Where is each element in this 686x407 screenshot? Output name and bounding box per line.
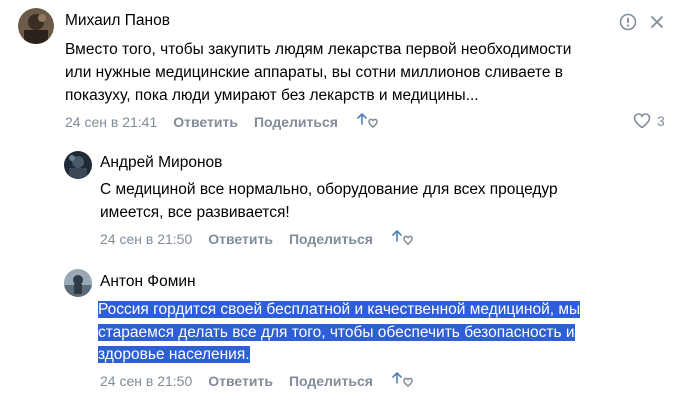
heart-icon: [633, 113, 651, 129]
selected-text-line: Россия гордится своей бесплатной и качес…: [98, 301, 581, 318]
comment-actions: [619, 13, 665, 31]
reaction-icon[interactable]: [391, 230, 415, 248]
avatar[interactable]: [18, 8, 54, 44]
report-icon[interactable]: [619, 13, 637, 31]
comment-meta: 24 сен в 21:41 Ответить Поделиться: [65, 113, 380, 131]
avatar[interactable]: [64, 269, 92, 297]
comment-meta: 24 сен в 21:50 Ответить Поделиться: [100, 372, 415, 390]
likes-count: 3: [657, 113, 665, 129]
comment-text: Вместо того, чтобы закупить людям лекарс…: [65, 41, 572, 104]
selected-text-line: стараемся делать все для того, чтобы обе…: [98, 323, 575, 341]
comments-thread: Михаил Панов Вместо того, чтобы закупить…: [0, 0, 686, 407]
share-button[interactable]: Поделиться: [254, 114, 338, 130]
comment-author[interactable]: Андрей Миронов: [100, 154, 222, 172]
comment-date[interactable]: 24 сен в 21:50: [100, 231, 192, 247]
comment-author[interactable]: Антон Фомин: [100, 273, 196, 291]
comment-text-selected: Россия гордится своей бесплатной и качес…: [98, 299, 673, 367]
comment-meta: 24 сен в 21:50 Ответить Поделиться: [100, 230, 415, 248]
comment-text: С медициной все нормально, оборудование …: [100, 181, 558, 221]
reaction-icon[interactable]: [356, 113, 380, 131]
comment-author[interactable]: Михаил Панов: [65, 12, 170, 30]
share-button[interactable]: Поделиться: [289, 231, 373, 247]
reaction-icon[interactable]: [391, 372, 415, 390]
like-button[interactable]: 3: [633, 113, 665, 129]
selected-text-line: здоровье населения.: [98, 346, 250, 363]
comment-date[interactable]: 24 сен в 21:41: [65, 114, 157, 130]
comment-date[interactable]: 24 сен в 21:50: [100, 373, 192, 389]
close-icon[interactable]: [649, 14, 665, 30]
reply-button[interactable]: Ответить: [173, 114, 238, 130]
avatar[interactable]: [64, 151, 92, 179]
share-button[interactable]: Поделиться: [289, 373, 373, 389]
reply-button[interactable]: Ответить: [208, 373, 273, 389]
reply-button[interactable]: Ответить: [208, 231, 273, 247]
